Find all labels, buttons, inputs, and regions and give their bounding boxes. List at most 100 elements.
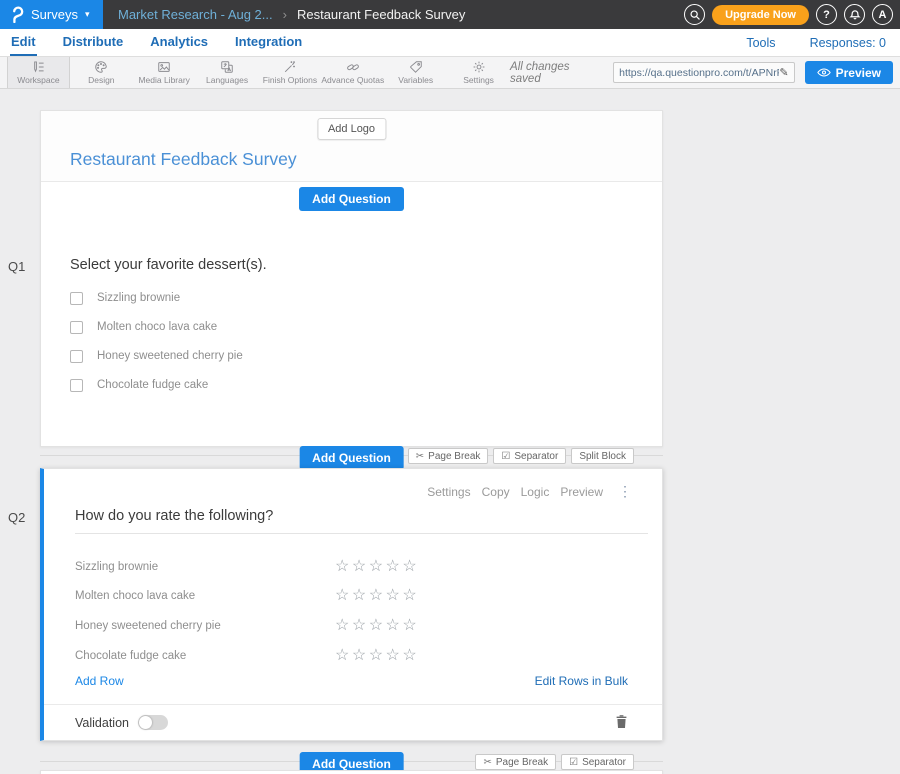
survey-url-box: ✎ [613, 62, 795, 83]
separator-icon: ☑ [569, 757, 578, 768]
bell-icon [849, 9, 861, 21]
option-label[interactable]: Chocolate fudge cake [97, 379, 208, 391]
toggle-knob [139, 716, 152, 729]
tool-media-library[interactable]: Media Library [133, 57, 196, 88]
option-label[interactable]: Honey sweetened cherry pie [97, 350, 243, 362]
tab-distribute[interactable]: Distribute [62, 29, 125, 56]
eye-icon [817, 68, 831, 77]
tool-settings[interactable]: Settings [447, 57, 510, 88]
add-logo-button[interactable]: Add Logo [317, 118, 386, 140]
star-rating[interactable]: ☆☆☆☆☆ [335, 618, 419, 634]
separator-button[interactable]: ☑Separator [561, 754, 634, 770]
rating-row-label[interactable]: Molten choco lava cake [75, 590, 335, 602]
main-tab-bar: Edit Distribute Analytics Integration To… [0, 29, 900, 57]
tools-menu[interactable]: Tools ▾ [746, 36, 783, 50]
survey-header: Add Logo Restaurant Feedback Survey [41, 111, 662, 182]
breadcrumb-folder[interactable]: Market Research - Aug 2... [118, 7, 273, 22]
tool-variables[interactable]: Variables [384, 57, 447, 88]
q1-option-row: Chocolate fudge cake [70, 378, 208, 392]
question-2-text[interactable]: How do you rate the following? [75, 508, 273, 524]
question-action-menu: Settings Copy Logic Preview ⋮ [427, 483, 632, 500]
toolbar-right: All changes saved ✎ Preview [510, 57, 900, 88]
edit-url-pencil-icon[interactable]: ✎ [779, 66, 788, 79]
media-library-icon [157, 60, 171, 74]
rating-row-label[interactable]: Chocolate fudge cake [75, 650, 335, 662]
delete-question-button[interactable] [615, 714, 628, 734]
add-question-button[interactable]: Add Question [299, 187, 404, 211]
option-label[interactable]: Sizzling brownie [97, 292, 180, 304]
star-rating[interactable]: ☆☆☆☆☆ [335, 559, 419, 575]
survey-title[interactable]: Restaurant Feedback Survey [70, 149, 297, 170]
rating-row-label[interactable]: Honey sweetened cherry pie [75, 620, 335, 632]
settings-gear-icon [472, 60, 486, 74]
block-divider-actions: Add Question ✂Page Break ☑Separator [40, 752, 663, 772]
rating-row: Chocolate fudge cake ☆☆☆☆☆ [75, 647, 419, 665]
star-rating[interactable]: ☆☆☆☆☆ [335, 648, 419, 664]
checkbox[interactable] [70, 350, 83, 363]
checkbox[interactable] [70, 292, 83, 305]
edit-rows-in-bulk-link[interactable]: Edit Rows in Bulk [535, 674, 628, 688]
chevron-down-icon: ▾ [779, 39, 784, 49]
star-rating[interactable]: ☆☆☆☆☆ [335, 588, 419, 604]
option-label[interactable]: Molten choco lava cake [97, 321, 217, 333]
block-divider-actions: Add Question ✂Page Break ☑Separator Spli… [40, 446, 663, 466]
tab-edit[interactable]: Edit [10, 29, 37, 56]
question-logic-button[interactable]: Logic [521, 485, 550, 499]
add-question-button[interactable]: Add Question [299, 446, 404, 470]
q1-option-row: Molten choco lava cake [70, 320, 217, 334]
add-question-slot-top: Add Question [41, 187, 662, 211]
responses-count[interactable]: Responses: 0 [810, 36, 886, 50]
languages-icon [220, 60, 234, 74]
tool-languages[interactable]: Languages [196, 57, 259, 88]
question-copy-button[interactable]: Copy [482, 485, 510, 499]
question-text-underline [75, 533, 648, 534]
tabbar-right: Tools ▾ Responses: 0 [746, 29, 890, 56]
block-action-buttons: ✂Page Break ☑Separator Split Block [408, 448, 634, 464]
page-break-button[interactable]: ✂Page Break [475, 754, 556, 770]
tab-integration[interactable]: Integration [234, 29, 303, 56]
design-palette-icon [94, 60, 108, 74]
checkbox[interactable] [70, 321, 83, 334]
question-preview-button[interactable]: Preview [560, 485, 603, 499]
search-icon [689, 9, 701, 21]
split-block-button[interactable]: Split Block [571, 448, 634, 464]
block-action-buttons: ✂Page Break ☑Separator [475, 754, 634, 770]
tool-advance-quotas[interactable]: Advance Quotas [321, 57, 384, 88]
separator-icon: ☑ [501, 451, 510, 462]
breadcrumb-chevron-icon: › [283, 7, 287, 22]
topbar-actions: Upgrade Now ? A [684, 4, 900, 25]
survey-url-input[interactable] [619, 67, 779, 79]
rating-row-label[interactable]: Sizzling brownie [75, 561, 335, 573]
q1-option-row: Sizzling brownie [70, 291, 180, 305]
avatar[interactable]: A [872, 4, 893, 25]
question-1-text[interactable]: Select your favorite dessert(s). [70, 257, 267, 273]
workspace-icon [31, 60, 45, 74]
finish-options-wand-icon [283, 60, 297, 74]
tool-workspace[interactable]: Workspace [7, 57, 70, 88]
checkbox[interactable] [70, 379, 83, 392]
notifications-button[interactable] [844, 4, 865, 25]
validation-toggle[interactable] [138, 715, 168, 730]
upgrade-now-button[interactable]: Upgrade Now [712, 5, 809, 25]
tool-design[interactable]: Design [70, 57, 133, 88]
rating-row: Molten choco lava cake ☆☆☆☆☆ [75, 587, 419, 605]
validation-label: Validation [75, 716, 129, 730]
product-label: Surveys [31, 7, 78, 22]
validation-control: Validation [75, 715, 168, 730]
page-break-icon: ✂ [483, 757, 491, 768]
more-options-icon[interactable]: ⋮ [618, 483, 632, 500]
separator-button[interactable]: ☑Separator [493, 448, 566, 464]
preview-button[interactable]: Preview [805, 61, 893, 84]
q1-option-row: Honey sweetened cherry pie [70, 349, 243, 363]
help-button[interactable]: ? [816, 4, 837, 25]
survey-block-1: Add Logo Restaurant Feedback Survey Add … [40, 110, 663, 447]
tool-finish-options[interactable]: Finish Options [259, 57, 322, 88]
add-row-link[interactable]: Add Row [75, 674, 124, 688]
tab-analytics[interactable]: Analytics [149, 29, 209, 56]
search-button[interactable] [684, 4, 705, 25]
question-settings-button[interactable]: Settings [427, 485, 470, 499]
rating-row: Sizzling brownie ☆☆☆☆☆ [75, 558, 419, 576]
page-break-button[interactable]: ✂Page Break [408, 448, 489, 464]
surveys-menu[interactable]: Surveys ▾ [0, 0, 103, 29]
edit-toolbar: Workspace Design Media Library Languages… [0, 57, 900, 89]
